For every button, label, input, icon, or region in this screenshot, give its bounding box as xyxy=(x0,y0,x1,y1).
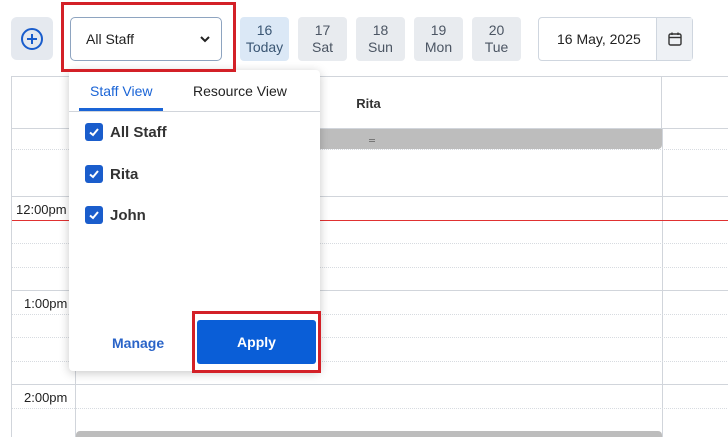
day-label: Mon xyxy=(424,39,453,55)
grid-line xyxy=(12,408,728,409)
active-tab-indicator xyxy=(79,108,163,111)
checkbox-checked[interactable] xyxy=(85,123,103,141)
calendar-button[interactable] xyxy=(656,18,692,60)
day-number: 16 xyxy=(256,22,273,38)
blocked-time[interactable] xyxy=(76,431,662,437)
staff-option-label: John xyxy=(110,206,146,224)
date-picker-value: 16 May, 2025 xyxy=(557,31,641,47)
day-chip-sun[interactable]: 18 Sun xyxy=(356,17,405,61)
date-picker[interactable]: 16 May, 2025 xyxy=(538,17,693,61)
time-label: 2:00pm xyxy=(24,390,68,405)
day-chip-tue[interactable]: 20 Tue xyxy=(472,17,521,61)
checkbox-checked[interactable] xyxy=(85,206,103,224)
day-label: Sat xyxy=(311,39,333,55)
grid-divider xyxy=(662,129,663,437)
checkbox-checked[interactable] xyxy=(85,165,103,183)
calendar-icon xyxy=(667,32,682,46)
staff-option-john[interactable]: John xyxy=(85,206,146,224)
manage-link[interactable]: Manage xyxy=(112,335,164,351)
staff-option-label: All Staff xyxy=(110,123,167,141)
staff-option-all[interactable]: All Staff xyxy=(85,123,167,141)
day-chip-mon[interactable]: 19 Mon xyxy=(414,17,463,61)
day-chip-today[interactable]: 16 Today xyxy=(240,17,289,61)
staff-select-value: All Staff xyxy=(86,31,134,47)
tab-staff-view[interactable]: Staff View xyxy=(90,83,153,99)
day-chip-sat[interactable]: 17 Sat xyxy=(298,17,347,61)
chevron-down-icon xyxy=(200,36,210,43)
grid-line xyxy=(12,384,728,385)
day-label: Sun xyxy=(368,39,393,55)
day-label: Tue xyxy=(484,39,509,55)
day-number: 20 xyxy=(488,22,505,38)
plus-circle-icon xyxy=(21,27,43,50)
checkmark-icon xyxy=(89,211,99,220)
apply-button[interactable]: Apply xyxy=(197,320,316,364)
checkmark-icon xyxy=(89,170,99,179)
day-number: 17 xyxy=(314,22,331,38)
resize-handle[interactable] xyxy=(369,139,375,142)
add-appointment-button[interactable] xyxy=(11,17,53,60)
time-label: 1:00pm xyxy=(24,296,68,311)
checkmark-icon xyxy=(89,128,99,137)
time-label: 12:00pm xyxy=(16,202,67,217)
staff-option-label: Rita xyxy=(110,165,139,183)
staff-option-rita[interactable]: Rita xyxy=(85,165,138,183)
tab-resource-view[interactable]: Resource View xyxy=(193,83,287,99)
scheduler-screen: All Staff 16 Today 17 Sat 18 Sun 19 Mon … xyxy=(0,0,728,437)
staff-filter-panel: Staff View Resource View All Staff Rita xyxy=(69,70,320,371)
day-label: Today xyxy=(245,39,284,55)
day-number: 19 xyxy=(430,22,447,38)
staff-select[interactable]: All Staff xyxy=(70,17,222,61)
day-number: 18 xyxy=(372,22,389,38)
panel-tabs: Staff View Resource View xyxy=(69,70,320,112)
